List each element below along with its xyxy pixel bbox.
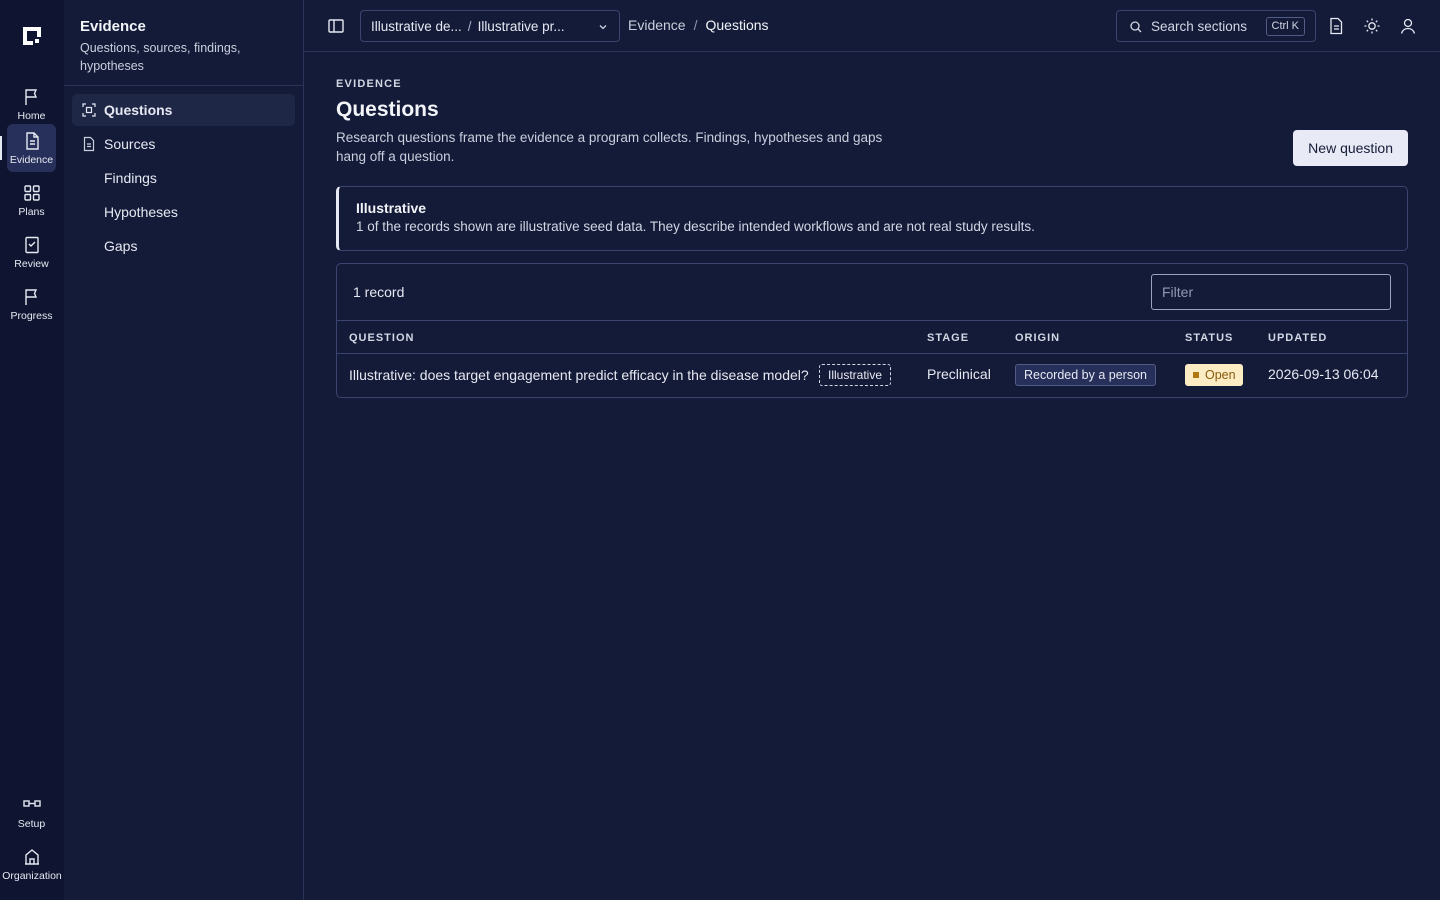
sidebar-item-hypotheses[interactable]: Hypotheses: [72, 196, 295, 228]
question-scan-icon: [82, 103, 96, 117]
rail-item-plans[interactable]: Plans: [7, 176, 56, 224]
sidebar-item-label: Hypotheses: [104, 204, 178, 220]
breadcrumb-separator: /: [693, 17, 698, 33]
illustrative-notice: Illustrative 1 of the records shown are …: [336, 186, 1408, 251]
sidebar-item-findings[interactable]: Findings: [72, 162, 295, 194]
rail-item-home[interactable]: Home: [7, 80, 56, 128]
context-program: Illustrative de...: [371, 18, 462, 34]
rail-item-progress[interactable]: Progress: [7, 280, 56, 328]
app-rail: Home Evidence Plans Review Progress Setu…: [0, 0, 64, 900]
status-badge: Open: [1185, 364, 1243, 386]
rail-item-label: Review: [14, 257, 49, 270]
table-row[interactable]: Illustrative: does target engagement pre…: [337, 354, 1407, 397]
new-question-button[interactable]: New question: [1293, 130, 1408, 166]
sidebar-header: Evidence Questions, sources, findings, h…: [64, 0, 303, 86]
page-description: Research questions frame the evidence a …: [336, 130, 883, 164]
sidebar-item-gaps[interactable]: Gaps: [72, 230, 295, 262]
sidebar-subtitle: Questions, sources, findings, hypotheses: [80, 41, 241, 73]
rail-item-review[interactable]: Review: [7, 228, 56, 276]
search-sections-button[interactable]: Search sections Ctrl K: [1116, 10, 1316, 42]
stage-cell: Preclinical: [927, 366, 991, 382]
breadcrumb-evidence[interactable]: Evidence: [628, 17, 686, 33]
table-toolbar: 1 record: [337, 264, 1407, 321]
updated-cell: 2026-09-13 06:04: [1268, 366, 1379, 382]
chevron-down-icon: [599, 25, 607, 30]
flag-icon: [24, 88, 37, 105]
document-icon: [83, 136, 95, 152]
questions-table: 1 record QUESTION STAGE ORIGIN STATUS UP…: [336, 263, 1408, 398]
column-header-stage[interactable]: STAGE: [927, 332, 969, 344]
column-header-status[interactable]: STATUS: [1185, 332, 1233, 344]
question-text[interactable]: Illustrative: does target engagement pre…: [349, 367, 809, 383]
rail-item-label: Plans: [18, 205, 45, 218]
sidebar-item-questions[interactable]: Questions: [72, 94, 295, 126]
column-header-question[interactable]: QUESTION: [349, 332, 414, 344]
search-icon: [1130, 21, 1142, 33]
search-shortcut: Ctrl K: [1265, 17, 1305, 36]
checklist-icon: [24, 236, 39, 253]
notice-title: Illustrative: [356, 200, 427, 216]
origin-badge: Recorded by a person: [1015, 364, 1156, 386]
theme-sun-icon[interactable]: [1362, 16, 1382, 36]
pipeline-icon: [22, 799, 41, 807]
breadcrumb: Evidence / Questions: [628, 17, 769, 33]
section-sidebar: Evidence Questions, sources, findings, h…: [64, 0, 304, 900]
record-count: 1 record: [353, 284, 405, 300]
illustrative-tag: Illustrative: [819, 364, 892, 386]
rail-item-evidence[interactable]: Evidence: [7, 124, 56, 172]
top-bar: Illustrative de... / Illustrative pr... …: [304, 0, 1440, 52]
table-header: QUESTION STAGE ORIGIN STATUS UPDATED: [337, 321, 1407, 354]
sidebar-item-label: Findings: [104, 170, 157, 186]
flag-icon: [24, 288, 37, 305]
search-label: Search sections: [1151, 18, 1248, 34]
context-project: Illustrative pr...: [477, 18, 565, 34]
document-icon[interactable]: [1326, 16, 1346, 36]
sidebar-item-sources[interactable]: Sources: [72, 128, 295, 160]
rail-active-indicator: [0, 136, 2, 160]
breadcrumb-current: Questions: [705, 17, 769, 33]
column-header-origin[interactable]: ORIGIN: [1015, 332, 1060, 344]
grid-icon: [23, 184, 40, 201]
sidebar-toggle-icon[interactable]: [326, 16, 346, 36]
rail-item-label: Setup: [17, 817, 46, 830]
context-separator: /: [467, 18, 472, 34]
sidebar-title: Evidence: [80, 18, 146, 35]
sidebar-item-label: Sources: [104, 136, 156, 152]
column-header-updated[interactable]: UPDATED: [1268, 332, 1327, 344]
building-icon: [25, 848, 39, 865]
notice-body: 1 of the records shown are illustrative …: [356, 219, 1035, 234]
rail-item-setup[interactable]: Setup: [7, 788, 56, 836]
rail-item-label: Progress: [10, 309, 53, 322]
user-icon[interactable]: [1398, 16, 1418, 36]
rail-item-label: Organization: [2, 869, 62, 882]
rail-item-label: Home: [17, 109, 46, 122]
page-eyebrow: EVIDENCE: [336, 78, 402, 90]
context-selector[interactable]: Illustrative de... / Illustrative pr...: [360, 10, 620, 42]
rail-item-organization[interactable]: Organization: [1, 840, 63, 888]
app-logo[interactable]: [20, 24, 44, 48]
page-title: Questions: [336, 98, 439, 121]
rail-item-label: Evidence: [9, 153, 54, 166]
filter-input[interactable]: [1151, 274, 1391, 310]
document-icon: [25, 131, 39, 150]
sidebar-item-label: Questions: [104, 102, 173, 118]
sidebar-item-label: Gaps: [104, 238, 138, 254]
